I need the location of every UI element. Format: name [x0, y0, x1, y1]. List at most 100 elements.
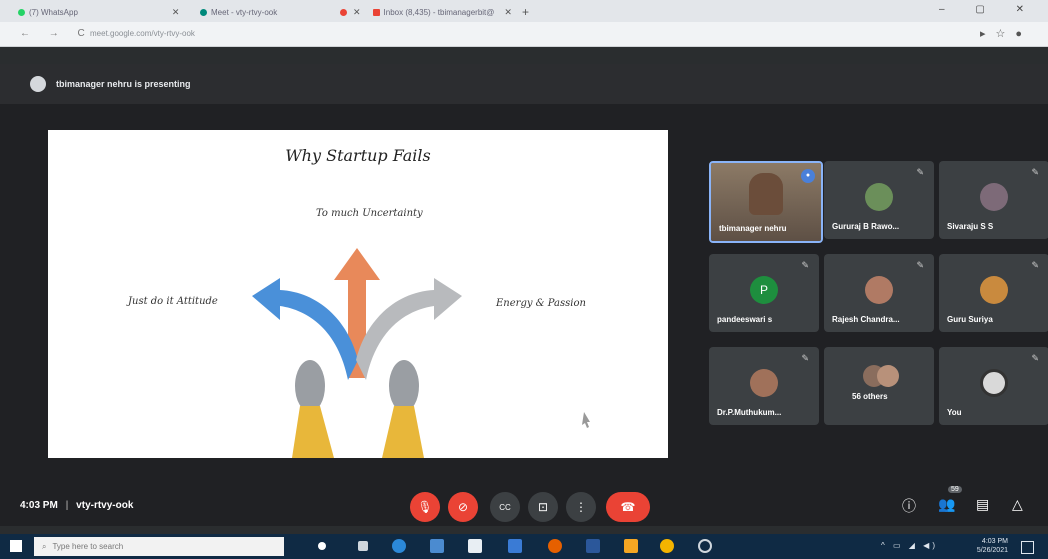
- meeting-details-button[interactable]: ⓘ: [902, 496, 916, 516]
- avatar: [865, 183, 893, 211]
- task-view-icon[interactable]: [358, 541, 368, 551]
- avatar-initial: P: [750, 276, 778, 304]
- chat-icon: ▤: [976, 496, 990, 512]
- participant-tile[interactable]: ✎ Rajesh Chandra...: [824, 254, 934, 332]
- app-icon[interactable]: [624, 539, 638, 553]
- address-bar-row: ← → C meet.google.com/vty-rtvy-ook ▸☆●: [0, 22, 1048, 47]
- mic-off-icon: ✎: [1031, 353, 1039, 363]
- leave-call-button[interactable]: ☎: [606, 492, 650, 522]
- captions-icon: CC: [499, 502, 511, 512]
- separator: |: [65, 500, 69, 511]
- system-tray-icons[interactable]: ^ ▭ ◢ ◀): [881, 541, 938, 550]
- red-dot-icon: [340, 8, 347, 16]
- presenter-avatar: [30, 76, 46, 92]
- notifications-icon[interactable]: [1021, 541, 1034, 554]
- camera-toggle-button[interactable]: ⊘: [448, 492, 478, 522]
- speaking-icon: ●: [801, 169, 815, 183]
- participant-tile[interactable]: ✎ Gururaj B Rawo...: [824, 161, 934, 239]
- word-icon[interactable]: [586, 539, 600, 553]
- app-circle-icon[interactable]: [698, 539, 712, 553]
- presenting-text: tbimanager nehru is presenting: [56, 79, 191, 89]
- participant-tile[interactable]: ✎ Dr.P.Muthukum...: [709, 347, 819, 425]
- others-count: 56 others: [852, 392, 888, 401]
- shared-slide: Why Startup Fails To much Uncertainty Ju…: [48, 130, 668, 458]
- store-icon[interactable]: [468, 539, 482, 553]
- close-tab-icon[interactable]: ✕: [353, 7, 361, 18]
- meeting-info: 4:03 PM | vty-rtvy-ook: [20, 500, 133, 511]
- avatar: [877, 365, 899, 387]
- participant-tile[interactable]: ✎ P pandeeswari s: [709, 254, 819, 332]
- participant-tile-others[interactable]: 56 others: [824, 347, 934, 425]
- taskbar-search[interactable]: ⌕ Type here to search: [34, 537, 284, 556]
- taskbar-date: 5/26/2021: [976, 547, 1008, 554]
- avatar: [750, 369, 778, 397]
- meeting-time: 4:03 PM: [20, 500, 58, 511]
- info-icon: ⓘ: [902, 498, 916, 514]
- mic-off-icon: ✎: [1031, 260, 1039, 270]
- close-tab-icon[interactable]: ✕: [172, 7, 180, 18]
- mic-toggle-button[interactable]: 🎙: [410, 492, 440, 522]
- present-icon: ⊡: [537, 500, 549, 514]
- taskbar-clock[interactable]: 4:03 PM 5/26/2021: [977, 537, 1008, 555]
- tab-inbox[interactable]: ✕ Inbox (8,435) - tbimanagerbit@ ✕ +: [340, 4, 529, 20]
- captions-button[interactable]: CC: [490, 492, 520, 522]
- participant-name: Rajesh Chandra...: [832, 315, 900, 324]
- avatar: [865, 276, 893, 304]
- right-shoe: [389, 360, 419, 412]
- participant-count-badge: 59: [948, 486, 962, 493]
- meet-controls-bar: [0, 484, 1048, 526]
- cortana-icon[interactable]: [318, 542, 326, 550]
- tab-whatsapp[interactable]: (7) WhatsApp ✕: [18, 4, 179, 20]
- mic-off-icon: ✎: [916, 167, 924, 177]
- avatar: [980, 369, 1008, 397]
- windows-start-icon[interactable]: [10, 540, 22, 552]
- participant-tile-self[interactable]: ✎ You: [939, 347, 1048, 425]
- call-end-icon: ☎: [620, 500, 636, 514]
- mic-off-icon: 🎙: [417, 500, 433, 514]
- whatsapp-icon: [18, 8, 25, 16]
- browser-tab-bar: (7) WhatsApp ✕ Meet - vty-rtvy-ook ✕ Inb…: [0, 0, 1048, 22]
- nav-buttons[interactable]: ← → C: [20, 28, 93, 39]
- people-icon: 👥: [938, 496, 956, 512]
- close-tab-icon[interactable]: ✕: [504, 7, 512, 18]
- participant-name: pandeeswari s: [717, 315, 773, 324]
- participant-name: Sivaraju S S: [947, 222, 994, 231]
- new-tab-icon[interactable]: +: [522, 5, 529, 19]
- activities-button[interactable]: △: [1012, 496, 1023, 513]
- mic-off-icon: ✎: [916, 260, 924, 270]
- taskbar-time: 4:03 PM: [981, 538, 1008, 545]
- present-button[interactable]: ⊡: [528, 492, 558, 522]
- participant-name: Dr.P.Muthukum...: [717, 408, 782, 417]
- participant-name: Guru Suriya: [947, 315, 993, 324]
- tab-label: Inbox (8,435) - tbimanagerbit@: [383, 7, 495, 17]
- window-controls[interactable]: – ▢ ✕: [939, 4, 1038, 15]
- browser-action-icons[interactable]: ▸☆●: [980, 27, 1032, 40]
- tab-label: Meet - vty-rtvy-ook: [211, 7, 278, 17]
- tab-label: (7) WhatsApp: [29, 7, 78, 17]
- chrome-icon[interactable]: [660, 539, 674, 553]
- participant-tile-presenter[interactable]: ● tbimanager nehru: [709, 161, 823, 243]
- file-explorer-icon[interactable]: [430, 539, 444, 553]
- more-options-button[interactable]: ⋮: [566, 492, 596, 522]
- url-field[interactable]: meet.google.com/vty-rtvy-ook: [90, 29, 195, 38]
- edge-icon[interactable]: [392, 539, 406, 553]
- avatar: [980, 183, 1008, 211]
- firefox-icon[interactable]: [548, 539, 562, 553]
- participant-name: tbimanager nehru: [719, 224, 787, 233]
- mail-icon[interactable]: [508, 539, 522, 553]
- tab-meet[interactable]: Meet - vty-rtvy-ook: [200, 4, 277, 20]
- right-leg: [382, 406, 424, 458]
- left-shoe: [295, 360, 325, 412]
- participant-tile[interactable]: ✎ Guru Suriya: [939, 254, 1048, 332]
- search-icon: ⌕: [42, 541, 47, 551]
- crossroads-illustration: [252, 248, 590, 458]
- left-leg: [292, 406, 334, 458]
- people-button[interactable]: 👥 59: [938, 486, 962, 513]
- participant-name: Gururaj B Rawo...: [832, 222, 900, 231]
- avatar: [980, 276, 1008, 304]
- search-placeholder: Type here to search: [52, 542, 124, 551]
- chat-button[interactable]: ▤: [976, 496, 989, 513]
- participant-tile[interactable]: ✎ Sivaraju S S: [939, 161, 1048, 239]
- gmail-icon: [372, 8, 380, 16]
- meet-icon: [200, 8, 207, 16]
